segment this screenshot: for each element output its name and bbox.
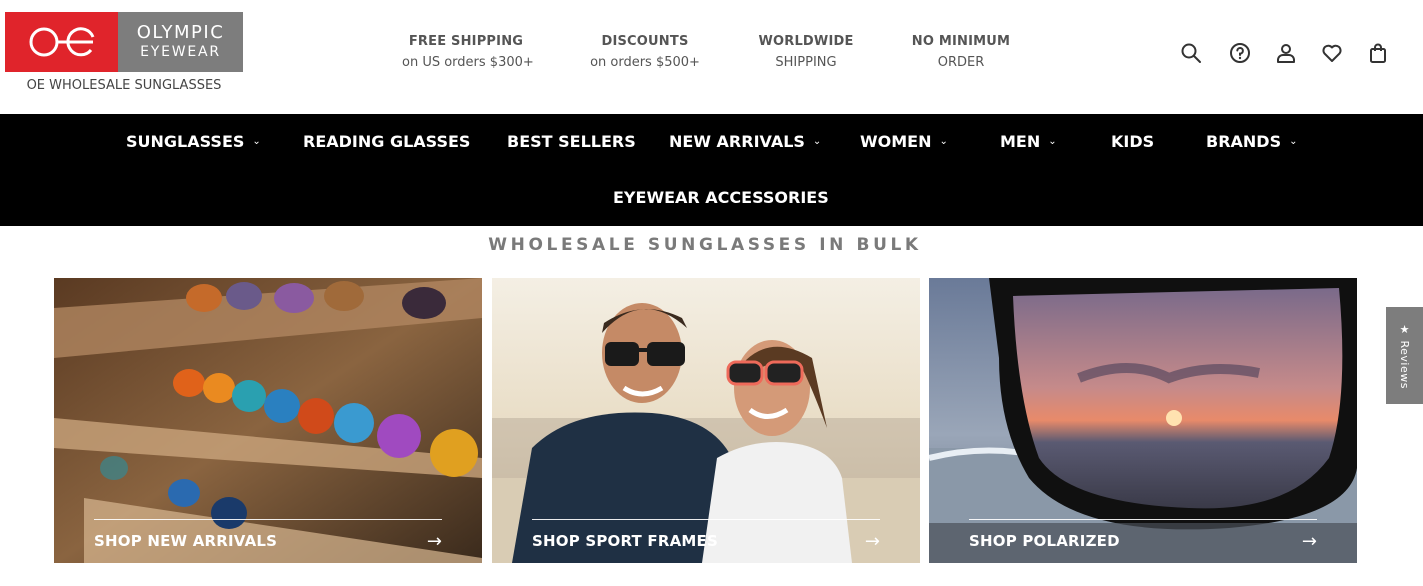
nav-label: MEN — [1000, 132, 1041, 151]
nav-label: BRANDS — [1206, 132, 1282, 151]
logo-wordmark: OLYMPIC EYEWEAR — [118, 12, 243, 72]
help-icon[interactable] — [1227, 40, 1253, 66]
nav-item-eyewear-accessories[interactable]: EYEWEAR ACCESSORIES — [613, 188, 829, 207]
account-icon[interactable] — [1273, 40, 1299, 66]
wishlist-icon[interactable] — [1319, 40, 1345, 66]
polarized-image — [929, 278, 1357, 563]
logo-name-line1: OLYMPIC — [136, 22, 225, 43]
chevron-down-icon: ⌄ — [1048, 136, 1057, 147]
tile-label: SHOP NEW ARRIVALS — [94, 532, 278, 550]
nav-label: READING GLASSES — [303, 132, 471, 151]
arrow-right-icon: → — [864, 531, 880, 552]
nav-item-men[interactable]: MEN ⌄ — [1000, 132, 1057, 151]
perk-title: NO MINIMUM — [911, 34, 1011, 49]
perk-no-minimum: NO MINIMUM ORDER — [908, 34, 1014, 70]
tile-divider — [532, 519, 880, 520]
chevron-down-icon: ⌄ — [939, 136, 948, 147]
perk-free-shipping: FREE SHIPPING on US orders $300+ — [402, 34, 534, 70]
nav-label: KIDS — [1111, 132, 1155, 151]
main-navigation: SUNGLASSES ⌄ READING GLASSES BEST SELLER… — [0, 114, 1423, 226]
brand-logo[interactable]: OLYMPIC EYEWEAR — [5, 12, 243, 72]
nav-item-reading-glasses[interactable]: READING GLASSES — [303, 132, 470, 151]
perk-title: DISCOUNTS — [601, 34, 689, 49]
nav-item-brands[interactable]: BRANDS ⌄ — [1206, 132, 1297, 151]
search-icon[interactable] — [1178, 40, 1204, 66]
site-header: OLYMPIC EYEWEAR OE WHOLESALE SUNGLASSES … — [0, 0, 1423, 114]
logo-name-line2: EYEWEAR — [140, 44, 221, 60]
chevron-down-icon: ⌄ — [1289, 136, 1298, 147]
nav-item-women[interactable]: WOMEN ⌄ — [860, 132, 948, 151]
perk-discounts: DISCOUNTS on orders $500+ — [586, 34, 704, 70]
chevron-down-icon: ⌄ — [252, 136, 261, 147]
tile-label: SHOP POLARIZED — [969, 532, 1120, 550]
perk-title: WORLDWIDE — [758, 34, 854, 49]
brand-tagline: OE WHOLESALE SUNGLASSES — [26, 78, 222, 93]
nav-label: EYEWEAR ACCESSORIES — [613, 188, 829, 207]
tile-divider — [969, 519, 1317, 520]
perk-title: FREE SHIPPING — [408, 34, 524, 49]
sport-frames-image — [492, 278, 920, 563]
arrow-right-icon: → — [1301, 531, 1317, 552]
chevron-down-icon: ⌄ — [812, 136, 822, 147]
nav-label: BEST SELLERS — [507, 132, 636, 151]
reviews-side-tab[interactable]: ★ Reviews — [1386, 307, 1423, 404]
nav-label: WOMEN — [860, 132, 932, 151]
nav-item-kids[interactable]: KIDS — [1111, 132, 1154, 151]
tile-sport-frames[interactable]: SHOP SPORT FRAMES → — [492, 278, 920, 563]
section-title: WHOLESALE SUNGLASSES IN BULK — [488, 235, 922, 255]
tile-divider — [94, 519, 442, 520]
tile-label: SHOP SPORT FRAMES — [532, 532, 718, 550]
perk-subtitle: on US orders $300+ — [402, 55, 534, 70]
perk-subtitle: SHIPPING — [775, 55, 837, 70]
nav-label: NEW ARRIVALS — [669, 132, 805, 151]
reviews-tab-label: ★ Reviews — [1398, 322, 1411, 389]
tile-new-arrivals[interactable]: SHOP NEW ARRIVALS → — [54, 278, 482, 563]
new-arrivals-image — [54, 278, 482, 563]
nav-label: SUNGLASSES — [126, 132, 245, 151]
nav-item-sunglasses[interactable]: SUNGLASSES ⌄ — [126, 132, 261, 151]
nav-item-new-arrivals[interactable]: NEW ARRIVALS ⌄ — [669, 132, 821, 151]
arrow-right-icon: → — [426, 531, 442, 552]
perk-worldwide: WORLDWIDE SHIPPING — [756, 34, 856, 70]
cart-icon[interactable] — [1365, 40, 1391, 66]
perk-subtitle: on orders $500+ — [590, 55, 700, 70]
perk-subtitle: ORDER — [937, 55, 985, 70]
nav-item-best-sellers[interactable]: BEST SELLERS — [507, 132, 636, 151]
oe-logo-mark — [5, 12, 118, 72]
tile-polarized[interactable]: SHOP POLARIZED → — [929, 278, 1357, 563]
